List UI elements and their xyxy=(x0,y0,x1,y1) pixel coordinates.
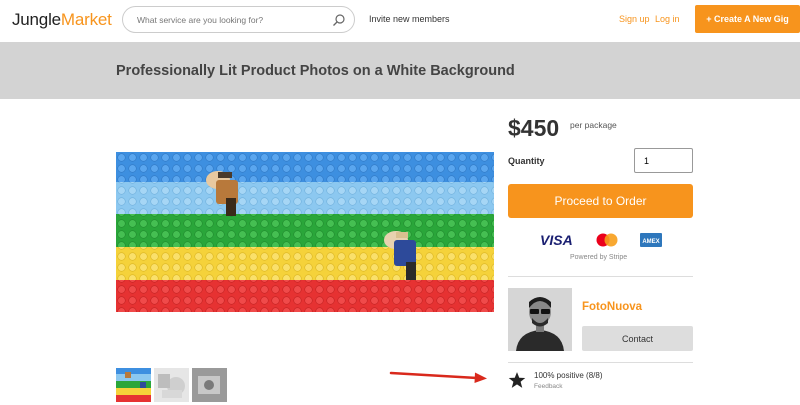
create-gig-button[interactable]: + Create A New Gig xyxy=(695,5,800,33)
logo[interactable]: JungleMarket xyxy=(12,10,112,30)
seller-avatar[interactable] xyxy=(508,288,572,351)
page-title: Professionally Lit Product Photos on a W… xyxy=(116,63,515,79)
logo-text-jungle: Jungle xyxy=(12,10,61,29)
invite-members-link[interactable]: Invite new members xyxy=(369,14,450,24)
price: $450 xyxy=(508,115,560,141)
quantity-label: Quantity xyxy=(508,156,545,166)
payment-icons: VISA AMEX xyxy=(540,229,665,251)
contact-button[interactable]: Contact xyxy=(582,326,693,351)
main-product-photo[interactable] xyxy=(116,152,494,315)
thumbnail-3[interactable] xyxy=(192,368,227,402)
signup-link[interactable]: Sign up xyxy=(619,14,650,24)
red-arrow xyxy=(389,371,487,383)
thumbnail-strip xyxy=(116,368,227,402)
mastercard-icon xyxy=(596,233,618,247)
star-icon xyxy=(508,372,526,388)
divider xyxy=(508,276,693,277)
feedback-label: Feedback xyxy=(534,383,563,390)
thumbnail-2[interactable] xyxy=(154,368,189,402)
per-package-label: per package xyxy=(570,120,617,130)
visa-text: VISA xyxy=(540,232,573,248)
seller-name[interactable]: FotoNuova xyxy=(582,301,642,313)
login-link[interactable]: Log in xyxy=(655,14,680,24)
search-input[interactable] xyxy=(137,12,327,28)
top-navbar: JungleMarket Invite new members Sign up … xyxy=(0,0,800,42)
powered-by-stripe: Powered by Stripe xyxy=(570,254,628,261)
title-banner: Professionally Lit Product Photos on a W… xyxy=(0,42,800,99)
proceed-to-order-button[interactable]: Proceed to Order xyxy=(508,184,693,218)
search-icon[interactable] xyxy=(332,13,346,27)
divider xyxy=(508,362,693,363)
amex-text: AMEX xyxy=(642,239,659,245)
amex-icon: AMEX xyxy=(640,233,662,247)
quantity-input[interactable] xyxy=(634,148,693,173)
visa-icon: VISA xyxy=(540,232,573,248)
thumbnail-1[interactable] xyxy=(116,368,151,402)
search-box xyxy=(122,6,355,33)
feedback-positive: 100% positive (8/8) xyxy=(534,371,603,380)
logo-text-market: Market xyxy=(60,10,112,29)
